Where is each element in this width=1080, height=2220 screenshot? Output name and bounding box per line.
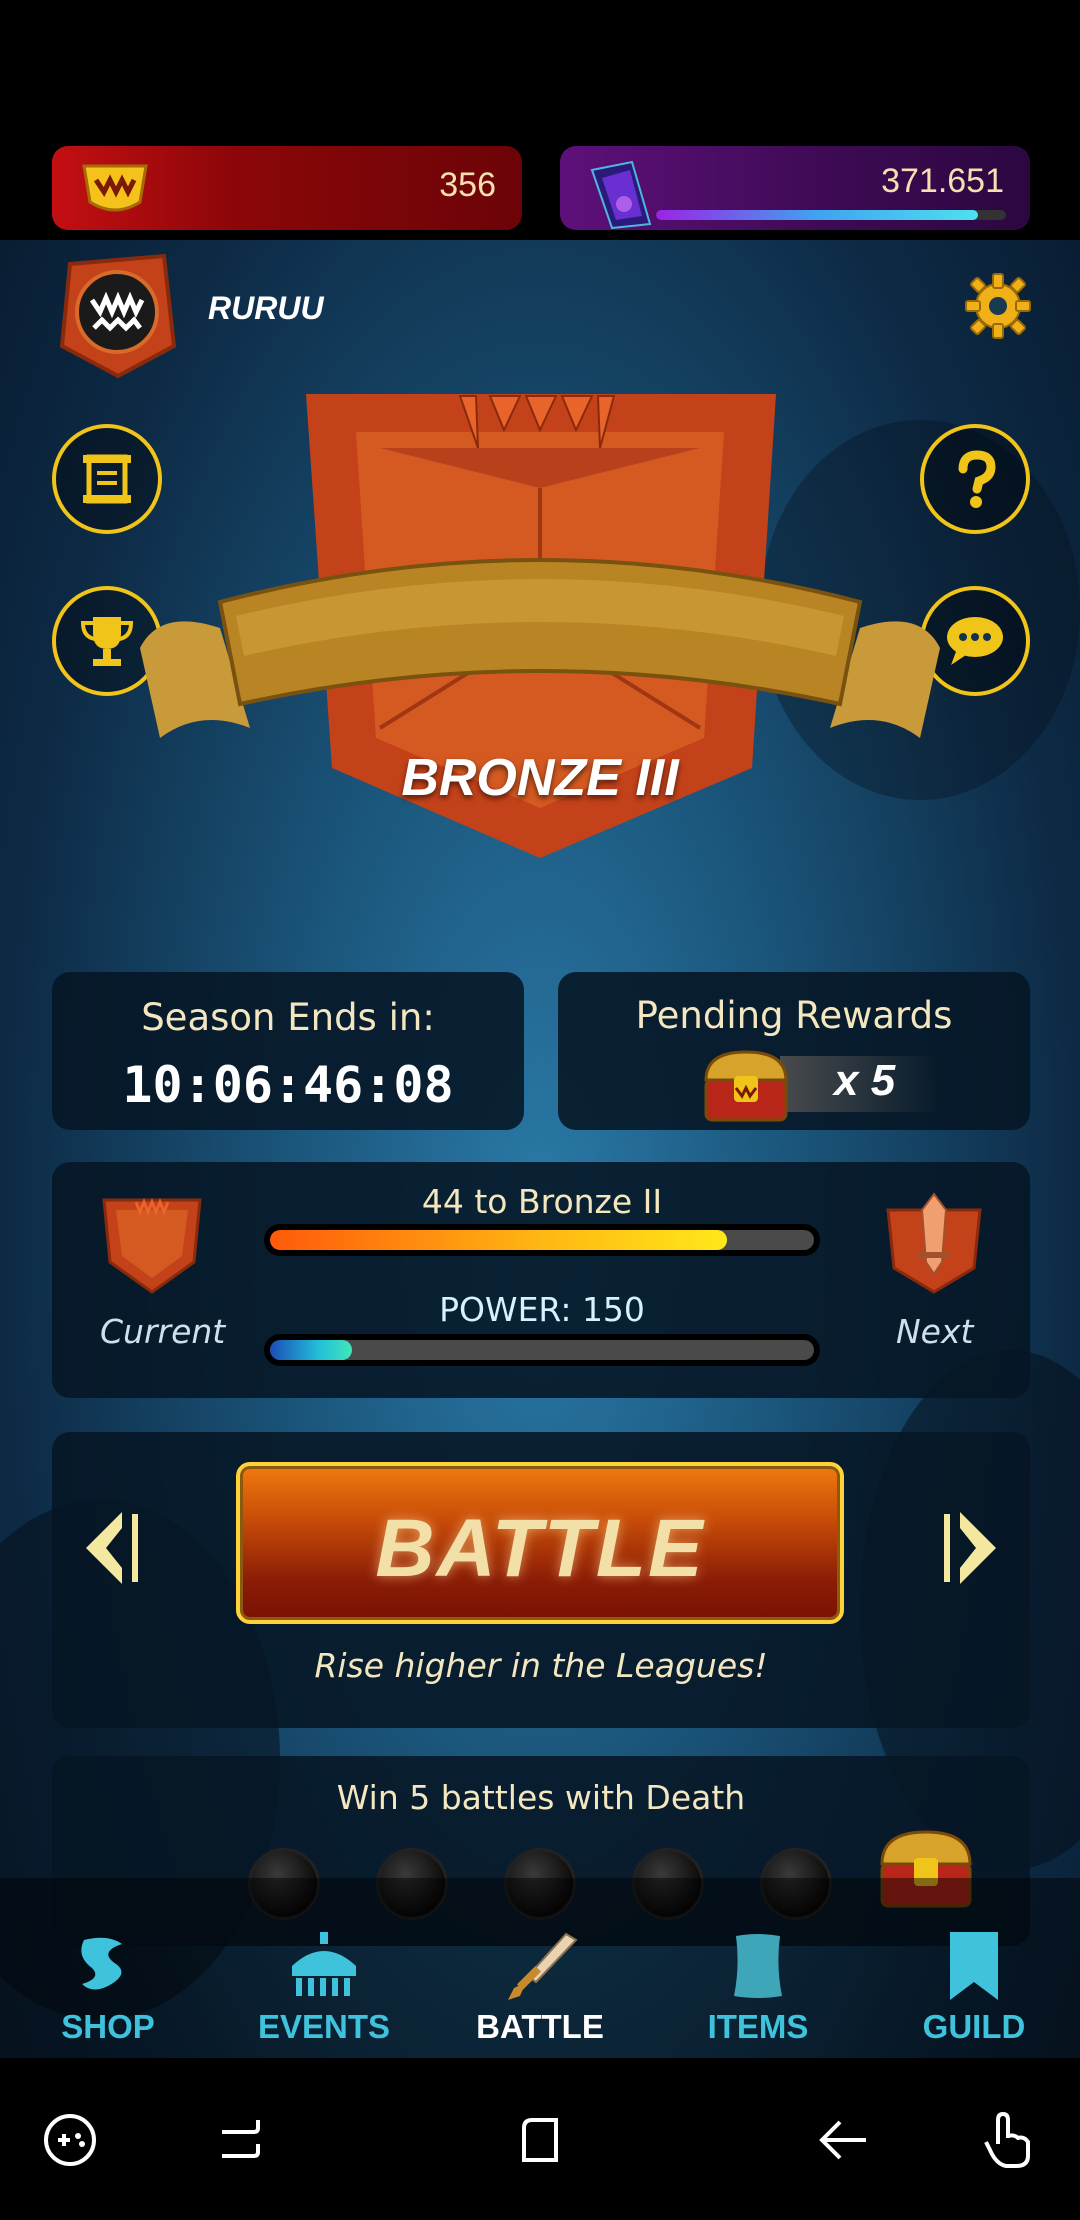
back-icon[interactable] (812, 2108, 876, 2172)
shop-icon (81, 1937, 122, 1990)
power-progress-bar (264, 1334, 820, 1366)
nav-label: BATTLE (476, 2008, 604, 2045)
nav-label: ITEMS (707, 2008, 809, 2045)
reward-chest-icon (704, 1050, 788, 1122)
next-rank-label: Next (896, 1312, 974, 1351)
sword-icon (508, 1932, 578, 2000)
league-emblem (140, 394, 940, 858)
events-icon (292, 1932, 356, 1996)
battle-button-label: BATTLE (375, 1503, 705, 1594)
scroll-icon (734, 1934, 782, 1998)
nav-label: SHOP (61, 2008, 155, 2045)
season-countdown: 10:06:46:08 (122, 1056, 454, 1114)
current-rank-label: Current (100, 1312, 226, 1351)
game-tools-icon[interactable] (38, 2108, 102, 2172)
player-avatar[interactable] (52, 250, 182, 380)
rewards-label: Pending Rewards (635, 994, 953, 1037)
rank-progress-bar (264, 1224, 820, 1256)
crystal-progress-bar (656, 210, 1006, 220)
bottom-navigation: SHOP EVENTS BATTLE ITEMS GUILD (0, 1878, 1080, 2058)
battle-panel: BATTLE Rise higher in the Leagues! (52, 1432, 1030, 1728)
nav-battle[interactable]: BATTLE (440, 1878, 640, 2058)
quest-label: Win 5 battles with Death (336, 1778, 746, 1817)
nav-shop[interactable]: SHOP (8, 1878, 208, 2058)
league-crown-icon (82, 164, 148, 212)
power-label: POWER: 150 (439, 1290, 645, 1329)
chevron-right-icon[interactable] (938, 1506, 1000, 1590)
nav-guild[interactable]: GUILD (874, 1878, 1074, 2058)
nav-label: GUILD (922, 2008, 1026, 2045)
next-league-shield-icon (886, 1192, 982, 1294)
home-icon[interactable] (508, 2108, 572, 2172)
chevron-left-icon[interactable] (82, 1506, 144, 1590)
current-league-shield-icon (102, 1197, 202, 1294)
nav-label: EVENTS (257, 2008, 391, 2045)
pending-rewards-panel[interactable]: Pending Rewards x 5 (558, 972, 1030, 1130)
league-progress-panel: Current 44 to Bronze II POWER: 150 Next (52, 1162, 1030, 1398)
crown-resource[interactable]: 356 (52, 146, 522, 230)
rewards-count: x 5 (834, 1056, 896, 1105)
rank-progress-fill (270, 1230, 727, 1250)
crystal-count: 371.651 (881, 162, 1004, 200)
battle-screen: 356 371.651 RURUU BRONZE III Season Ends… (0, 0, 1080, 2220)
crystal-progress-fill (656, 210, 978, 220)
battle-subtitle: Rise higher in the Leagues! (314, 1646, 768, 1685)
recent-apps-icon[interactable] (208, 2108, 272, 2172)
crown-count: 356 (439, 166, 496, 204)
gear-icon[interactable] (962, 270, 1034, 342)
touch-lock-icon[interactable] (976, 2108, 1040, 2172)
power-progress-fill (270, 1340, 352, 1360)
league-name: BRONZE III (401, 749, 679, 807)
crystal-icon (590, 160, 652, 230)
season-label: Season Ends in: (141, 996, 435, 1039)
nav-items[interactable]: ITEMS (658, 1878, 858, 2058)
rank-progress-label: 44 to Bronze II (421, 1182, 663, 1221)
player-name: RURUU (208, 290, 324, 326)
bookmark-icon (950, 1932, 998, 2000)
battle-button[interactable]: BATTLE (236, 1462, 844, 1624)
crystal-resource[interactable]: 371.651 (560, 146, 1030, 230)
season-timer-panel: Season Ends in: 10:06:46:08 (52, 972, 524, 1130)
top-bar: 356 371.651 (0, 0, 1080, 240)
system-navigation-bar (0, 2058, 1080, 2220)
nav-events[interactable]: EVENTS (224, 1878, 424, 2058)
